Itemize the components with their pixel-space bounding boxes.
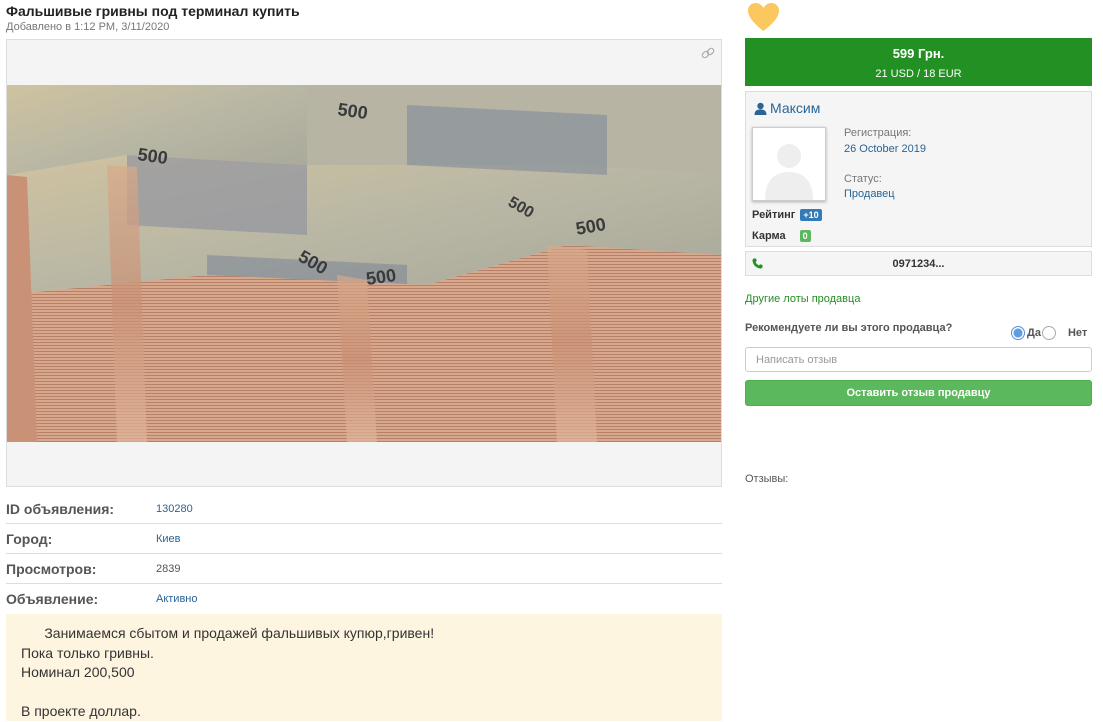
radio-no-label: Нет — [1067, 327, 1088, 339]
phone-number: 0971234... — [892, 258, 945, 270]
rating-badge: +10 — [800, 209, 822, 221]
reviews-heading: Отзывы: — [745, 473, 789, 485]
description-line — [21, 683, 707, 703]
photo-container: 500 500 500 500 500 500 — [6, 39, 722, 487]
review-input[interactable] — [745, 347, 1092, 372]
registration-label: Регистрация: — [844, 127, 912, 139]
status-value: Продавец — [844, 188, 895, 200]
description-line: Номинал 200,500 — [21, 664, 135, 680]
info-row-status: Объявление: Активно — [6, 584, 722, 614]
recommend-radio-group: Да Нет — [1011, 326, 1087, 340]
price-converted: 21 USD / 18 EUR — [875, 68, 962, 80]
recommend-question: Рекомендуете ли вы этого продавца? — [745, 322, 953, 334]
listing-title: Фальшивые гривны под терминал купить — [6, 3, 300, 19]
phone-reveal-button[interactable]: 0971234... — [745, 251, 1092, 276]
info-row-id: ID объявления: 130280 — [6, 494, 722, 524]
default-avatar-icon — [753, 128, 825, 200]
svg-text:500: 500 — [336, 99, 369, 123]
karma-label: Карма — [752, 230, 786, 242]
rating-label: Рейтинг — [752, 209, 796, 221]
submit-review-button[interactable]: Оставить отзыв продавцу — [745, 380, 1092, 406]
price-main: 599 Грн. — [892, 46, 945, 61]
rating: Рейтинг +10 — [752, 209, 822, 221]
listing-info-table: ID объявления: 130280 Город: Киев Просмо… — [6, 494, 722, 614]
listing-photo[interactable]: 500 500 500 500 500 500 — [7, 85, 721, 442]
price-box: 599 Грн. 21 USD / 18 EUR — [745, 38, 1092, 86]
karma-badge: 0 — [799, 230, 811, 242]
listing-status-value: Активно — [156, 593, 198, 605]
favorite-heart-icon[interactable] — [747, 2, 780, 32]
views-value: 2839 — [156, 562, 181, 575]
info-label: ID объявления: — [6, 500, 115, 517]
other-lots-link[interactable]: Другие лоты продавца — [745, 293, 860, 305]
info-row-city: Город: Киев — [6, 524, 722, 554]
seller-name-link[interactable]: Максим — [754, 100, 820, 116]
description-line: Пока только гривны. — [21, 644, 154, 661]
registration-date: 26 October 2019 — [844, 143, 926, 155]
user-icon — [754, 102, 767, 115]
listing-id-value: 130280 — [156, 502, 193, 515]
listing-date: Добавлено в 1:12 PM, 3/11/2020 — [6, 21, 170, 33]
radio-yes[interactable] — [1011, 326, 1025, 340]
status-label: Статус: — [844, 173, 882, 185]
banknotes-image: 500 500 500 500 500 500 — [7, 85, 721, 442]
seller-name: Максим — [770, 100, 821, 116]
radio-yes-label: Да — [1027, 327, 1041, 339]
info-label: Город: — [6, 530, 53, 547]
radio-no[interactable] — [1041, 326, 1056, 340]
info-row-views: Просмотров: 2839 — [6, 554, 722, 584]
listing-description: Занимаемся сбытом и продажей фальшивых к… — [6, 614, 722, 721]
karma: Карма 0 — [752, 230, 811, 242]
description-line: В проекте доллар. — [21, 703, 141, 719]
link-icon[interactable] — [701, 46, 715, 60]
city-link[interactable]: Киев — [156, 533, 181, 545]
info-label: Объявление: — [6, 591, 99, 607]
svg-text:500: 500 — [365, 265, 398, 289]
avatar[interactable] — [752, 127, 826, 201]
description-line: Занимаемся сбытом и продажей фальшивых к… — [21, 625, 435, 641]
info-label: Просмотров: — [6, 560, 97, 577]
seller-card: Максим Регистрация: 26 October 2019 Стат… — [745, 91, 1092, 247]
svg-text:500: 500 — [136, 144, 169, 168]
